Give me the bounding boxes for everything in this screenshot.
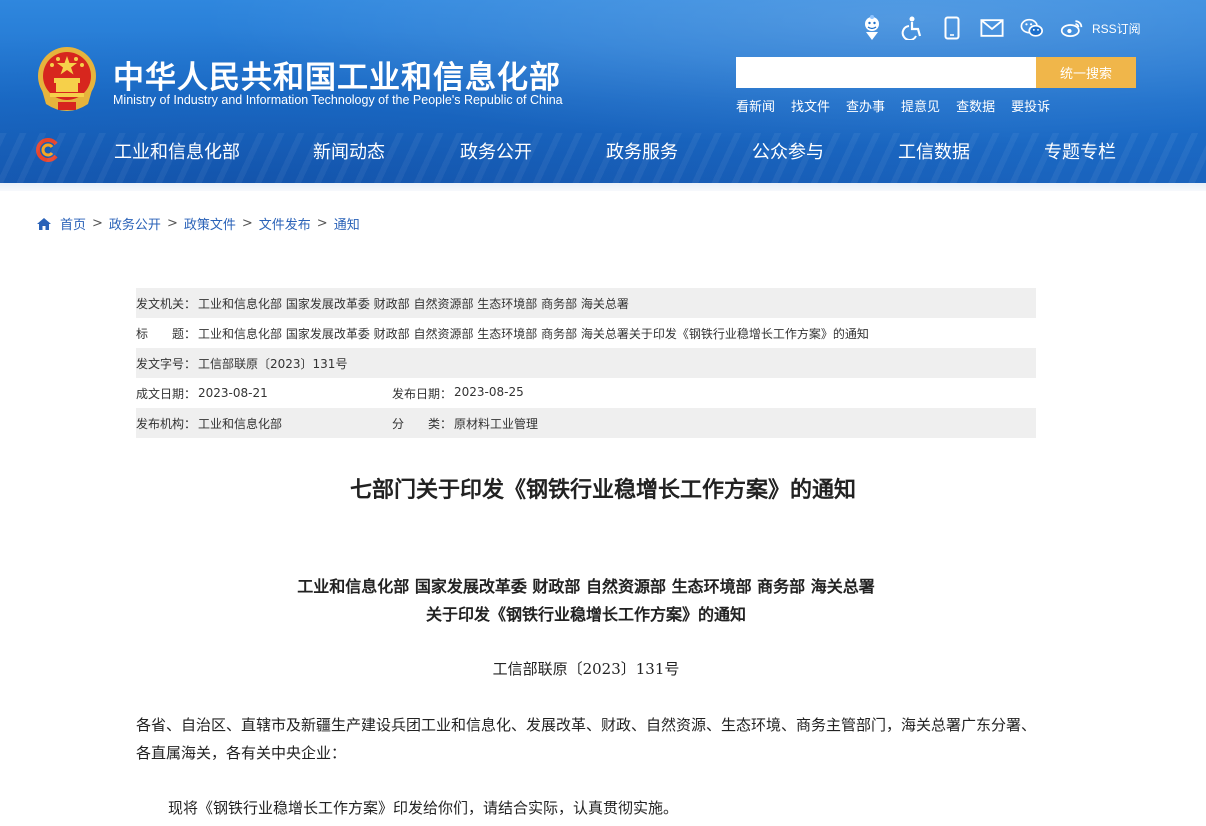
meta-value: 工信部联原〔2023〕131号 [198,356,348,371]
header-divider [0,183,1206,191]
rss-subscribe-link[interactable]: RSS订阅 [1092,20,1141,37]
breadcrumb-government-affairs[interactable]: 政务公开 [109,214,161,233]
unified-search-button[interactable]: 统一搜索 [1036,57,1136,88]
breadcrumb-notice[interactable]: 通知 [334,214,360,233]
meta-label: 发文字号： [136,356,197,371]
meta-col-published: 发布日期： 2023-08-25 [392,385,524,402]
meta-row-org: 发布机构： 工业和信息化部 分 类： 原材料工业管理 [136,408,1036,438]
breadcrumb-separator: > [316,216,328,231]
article-issuers-line: 工业和信息化部 国家发展改革委 财政部 自然资源部 生态环境部 商务部 海关总署 [297,577,875,596]
meta-row-title: 标 题： 工业和信息化部 国家发展改革委 财政部 自然资源部 生态环境部 商务部… [136,318,1036,348]
meta-label: 发布日期： [392,386,453,401]
main-nav: 工业和信息化部 新闻动态 政务公开 政务服务 公众参与 工信数据 专题专栏 [0,128,1206,172]
document-meta-table: 发文机关： 工业和信息化部 国家发展改革委 财政部 自然资源部 生态环境部 商务… [136,288,1036,438]
nav-item-government-affairs[interactable]: 政务公开 [460,138,532,164]
quick-link-news[interactable]: 看新闻 [736,96,775,115]
wechat-icon[interactable] [1020,16,1044,40]
article-body-paragraph: 现将《钢铁行业稳增长工作方案》印发给你们，请结合实际，认真贯彻实施。 [168,799,679,817]
meta-row-dates: 成文日期： 2023-08-21 发布日期： 2023-08-25 [136,378,1036,408]
quick-link-data[interactable]: 查数据 [956,96,995,115]
nav-item-ministry[interactable]: 工业和信息化部 [114,138,240,164]
meta-col-category: 分 类： 原材料工业管理 [392,415,538,432]
breadcrumb: 首页 > 政务公开 > 政策文件 > 文件发布 > 通知 [36,214,360,233]
quick-link-documents[interactable]: 找文件 [791,96,830,115]
search-input[interactable] [736,57,1036,88]
home-icon[interactable] [36,217,52,231]
nav-item-special-topics[interactable]: 专题专栏 [1044,138,1116,164]
accessibility-icon[interactable] [900,16,924,40]
article-subject-line: 关于印发《钢铁行业稳增长工作方案》的通知 [425,605,746,624]
article-salutation: 各省、自治区、直辖市及新疆生产建设兵团工业和信息化、发展改革、财政、自然资源、生… [136,716,1037,762]
breadcrumb-home[interactable]: 首页 [60,214,86,233]
ministry-logo-icon[interactable] [34,138,62,162]
article-title: 七部门关于印发《钢铁行业稳增长工作方案》的通知 [349,478,856,503]
quick-link-services[interactable]: 查办事 [846,96,885,115]
nav-item-data[interactable]: 工信数据 [898,138,970,164]
site-subtitle: Ministry of Industry and Information Tec… [113,93,563,107]
meta-label: 发文机关： [136,296,197,311]
article-doc-number: 工信部联原〔2023〕131号 [492,660,680,678]
mobile-icon[interactable] [940,16,964,40]
meta-value: 2023-08-21 [198,386,268,400]
quick-links: 看新闻 找文件 查办事 提意见 查数据 要投诉 [736,96,1050,115]
meta-value: 原材料工业管理 [454,416,539,431]
meta-value: 工业和信息化部 国家发展改革委 财政部 自然资源部 生态环境部 商务部 海关总署… [198,326,869,341]
breadcrumb-policy-documents[interactable]: 政策文件 [184,214,236,233]
quick-link-complaints[interactable]: 要投诉 [1011,96,1050,115]
utility-toolbar: RSS订阅 [860,14,1141,42]
meta-label: 标 题： [136,326,197,341]
breadcrumb-separator: > [241,216,253,231]
nav-item-government-services[interactable]: 政务服务 [606,138,678,164]
breadcrumb-document-release[interactable]: 文件发布 [259,214,311,233]
quick-link-suggestions[interactable]: 提意见 [901,96,940,115]
meta-row-doc-number: 发文字号： 工信部联原〔2023〕131号 [136,348,1036,378]
meta-label: 分 类： [392,416,453,431]
weibo-icon[interactable] [1060,16,1084,40]
meta-value: 工业和信息化部 国家发展改革委 财政部 自然资源部 生态环境部 商务部 海关总署 [198,296,629,311]
site-title: 中华人民共和国工业和信息化部 [113,60,561,96]
breadcrumb-separator: > [92,216,103,231]
site-header: 中华人民共和国工业和信息化部 Ministry of Industry and … [0,0,1206,183]
mail-icon[interactable] [980,16,1004,40]
national-emblem-icon [38,47,96,111]
nav-item-public-participation[interactable]: 公众参与 [752,138,824,164]
elderly-mode-icon[interactable] [860,15,884,40]
nav-item-news[interactable]: 新闻动态 [313,138,385,164]
breadcrumb-separator: > [166,216,178,231]
meta-label: 成文日期： [136,386,197,401]
meta-label: 发布机构： [136,416,197,431]
meta-value: 工业和信息化部 [198,416,283,431]
meta-row-issuer: 发文机关： 工业和信息化部 国家发展改革委 财政部 自然资源部 生态环境部 商务… [136,288,1036,318]
meta-value: 2023-08-25 [454,384,524,399]
